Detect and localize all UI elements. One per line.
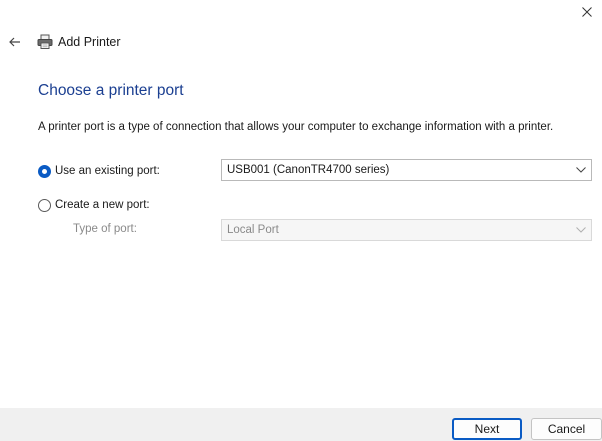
next-button[interactable]: Next bbox=[452, 418, 522, 440]
type-of-port-select[interactable]: Local Port bbox=[221, 219, 592, 241]
cancel-button[interactable]: Cancel bbox=[531, 418, 602, 440]
use-existing-port-option[interactable]: Use an existing port: bbox=[38, 163, 160, 179]
close-icon bbox=[582, 7, 592, 17]
chevron-down-icon bbox=[575, 165, 587, 175]
chevron-down-icon bbox=[575, 225, 587, 235]
printer-icon bbox=[37, 34, 53, 50]
page-title: Choose a printer port bbox=[38, 82, 184, 99]
wizard-title: Add Printer bbox=[58, 35, 121, 49]
wizard-header: Add Printer bbox=[8, 30, 121, 54]
use-existing-port-label: Use an existing port: bbox=[55, 165, 160, 177]
type-of-port-value: Local Port bbox=[227, 224, 279, 236]
existing-port-select[interactable]: USB001 (CanonTR4700 series) bbox=[221, 159, 592, 181]
wizard-footer: Next Cancel bbox=[0, 408, 602, 441]
back-arrow-icon bbox=[9, 37, 20, 47]
use-existing-port-radio[interactable] bbox=[38, 164, 51, 178]
type-of-port-label: Type of port: bbox=[73, 223, 137, 235]
back-button[interactable] bbox=[8, 35, 22, 49]
create-new-port-radio[interactable] bbox=[38, 198, 51, 212]
create-new-port-label: Create a new port: bbox=[55, 199, 150, 211]
port-description: A printer port is a type of connection t… bbox=[38, 121, 554, 133]
existing-port-value: USB001 (CanonTR4700 series) bbox=[227, 164, 390, 176]
close-button[interactable] bbox=[572, 0, 602, 24]
create-new-port-option[interactable]: Create a new port: bbox=[38, 197, 150, 213]
